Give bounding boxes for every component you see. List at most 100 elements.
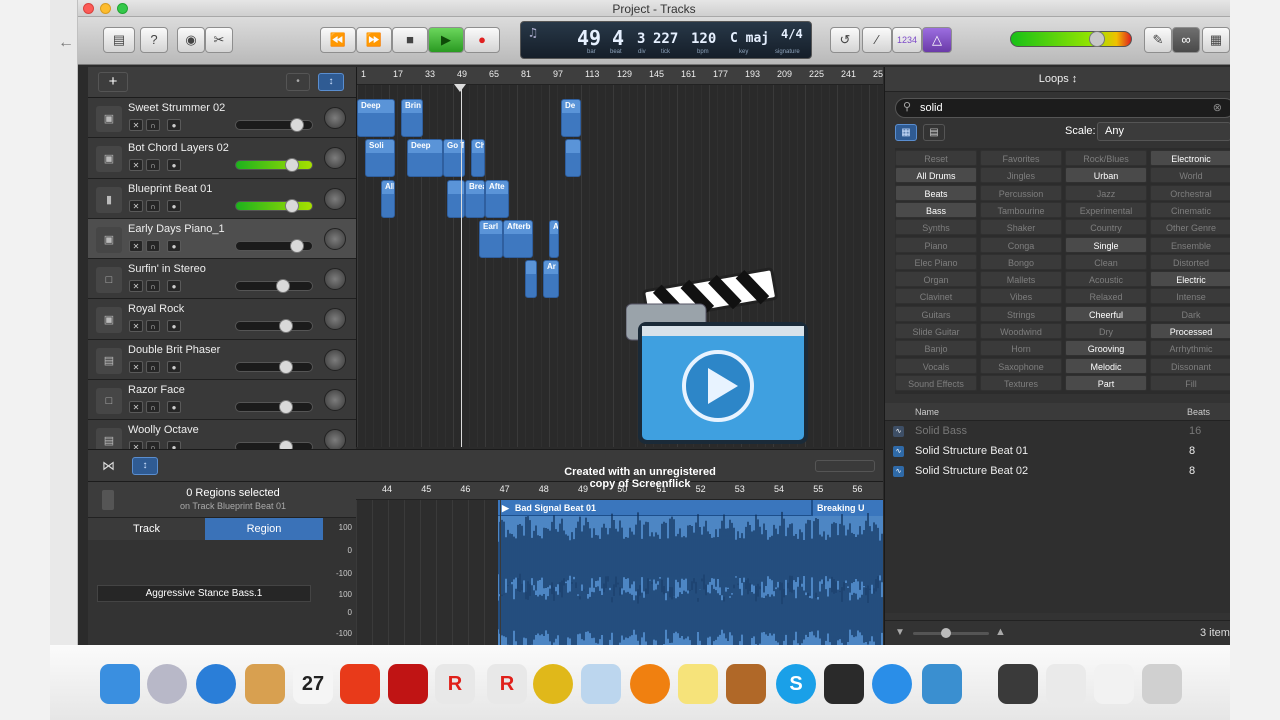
volume-fader[interactable] [235,198,313,213]
keyword-button[interactable]: Elec Piano [895,253,977,270]
headphones-button[interactable]: ∩ [146,360,160,373]
keyword-button[interactable]: Slide Guitar [895,323,977,339]
preview-icon[interactable] [581,664,621,704]
playhead[interactable] [461,85,462,447]
keyword-button[interactable]: Organ [895,271,977,288]
preview-volume-slider[interactable] [913,628,989,638]
headphones-button[interactable]: ∩ [146,401,160,414]
headphones-button[interactable]: ∩ [146,239,160,252]
volume-fader[interactable] [235,238,313,253]
notepad-button[interactable]: ✎ [1144,27,1172,53]
mute-button[interactable]: ✕ [129,280,143,293]
mute-button[interactable]: ✕ [129,401,143,414]
keyword-button[interactable]: Piano [895,236,977,253]
keyword-button[interactable]: Clavinet [895,288,977,305]
keyword-button[interactable]: Relaxed [1065,288,1147,305]
keyword-button[interactable]: Rock/Blues [1065,150,1147,166]
keyword-button[interactable]: Jazz [1065,184,1147,201]
finder-icon[interactable] [100,664,140,704]
keyword-button[interactable]: Acoustic [1065,271,1147,288]
pan-knob[interactable] [324,348,346,371]
keyword-button[interactable]: Electric [1150,271,1230,288]
col-name[interactable]: Name [915,403,939,421]
track-header[interactable]: ▣ Bot Chord Layers 02 ✕ ∩ ● [88,138,356,179]
safari-icon[interactable] [196,664,236,704]
loop-result-row[interactable]: ∿ Solid Structure Beat 02 8 [885,461,1230,481]
headphones-button[interactable]: ∩ [146,280,160,293]
keyword-button[interactable]: Other Genre [1150,219,1230,236]
record-enable-button[interactable]: ● [167,280,181,293]
keyword-button[interactable]: Beats [895,184,977,201]
region-name-field[interactable]: Aggressive Stance Bass.1 [97,585,311,602]
playhead-handle[interactable] [454,84,466,92]
roblox-studio-icon[interactable]: R [487,664,527,704]
keyword-button[interactable]: Percussion [980,184,1062,201]
track-header[interactable]: □ Surfin' in Stereo ✕ ∩ ● [88,259,356,300]
region[interactable]: Afterb [503,219,533,258]
trash-icon[interactable] [1142,664,1182,704]
loops-header[interactable]: Loops ↕ [885,67,1230,92]
keyword-button[interactable]: Mallets [980,271,1062,288]
track-header[interactable]: □ Razor Face ✕ ∩ ● [88,380,356,421]
region[interactable]: Soli [365,139,395,178]
keyword-button[interactable]: Horn [980,340,1062,357]
stickies-icon[interactable] [678,664,718,704]
downloads-icon[interactable] [1094,664,1134,704]
volume-knob[interactable] [279,359,293,374]
track-header[interactable]: ▤ Double Brit Phaser ✕ ∩ ● [88,339,356,381]
help-button[interactable]: ? [140,27,168,53]
catch-playhead-button[interactable]: • [286,73,310,91]
keyword-button[interactable]: Dry [1065,323,1147,339]
pan-knob[interactable] [324,389,346,412]
master-volume-slider[interactable] [1010,31,1132,47]
volume-fader[interactable] [235,400,313,415]
track-header[interactable]: ▣ Sweet Strummer 02 ✕ ∩ ● [88,98,356,139]
region[interactable]: Brin [401,99,423,137]
keyword-button[interactable]: Single [1065,236,1147,253]
headphones-button[interactable]: ∩ [146,159,160,172]
region[interactable]: Ar [543,260,559,299]
volume-fader[interactable] [235,359,313,374]
volume-knob[interactable] [285,198,299,213]
record-button[interactable]: ● [464,27,500,53]
tab-region[interactable]: Region [205,518,323,540]
mute-button[interactable]: ✕ [129,320,143,333]
record-enable-button[interactable]: ● [167,119,181,131]
mute-button[interactable]: ✕ [129,360,143,373]
back-arrow-icon[interactable]: ← [58,34,74,52]
keyword-button[interactable]: Country [1065,219,1147,236]
volume-knob[interactable] [279,400,293,415]
mute-button[interactable]: ✕ [129,119,143,131]
column-view-button[interactable]: ▤ [923,124,945,141]
track-header[interactable]: ▣ Royal Rock ✕ ∩ ● [88,299,356,340]
region[interactable] [565,139,581,178]
mute-button[interactable]: ✕ [129,159,143,172]
keyword-button[interactable]: All Drums [895,167,977,184]
region[interactable] [447,179,465,218]
region[interactable]: Afte [485,179,509,218]
region[interactable]: De [561,99,581,137]
loop-search-field[interactable]: ⚲ solid ⊗ [895,98,1230,118]
keyword-button[interactable]: Processed [1150,323,1230,339]
keyword-button[interactable]: Shaker [980,219,1062,236]
keyword-button[interactable]: Dark [1150,305,1230,322]
volume-knob[interactable] [290,238,304,253]
music-folder-icon[interactable] [998,664,1038,704]
document-icon[interactable] [1046,664,1086,704]
pan-knob[interactable] [324,268,346,291]
keyword-button[interactable]: Textures [980,374,1062,391]
keyword-button[interactable]: Jingles [980,167,1062,184]
headphones-button[interactable]: ∩ [146,119,160,131]
pan-knob[interactable] [324,107,346,129]
keyword-button[interactable]: Woodwind [980,323,1062,339]
button-view-button[interactable]: ▦ [895,124,917,141]
keyword-button[interactable]: Banjo [895,340,977,357]
keyword-button[interactable]: Reset [895,150,977,166]
keyword-button[interactable]: Fill [1150,374,1230,391]
editors-button[interactable]: ✂ [205,27,233,53]
record-enable-button[interactable]: ● [167,401,181,414]
keyword-button[interactable]: Strings [980,305,1062,322]
keyword-button[interactable]: World [1150,167,1230,184]
keyword-button[interactable]: Bongo [980,253,1062,270]
keyword-button[interactable]: Experimental [1065,201,1147,218]
